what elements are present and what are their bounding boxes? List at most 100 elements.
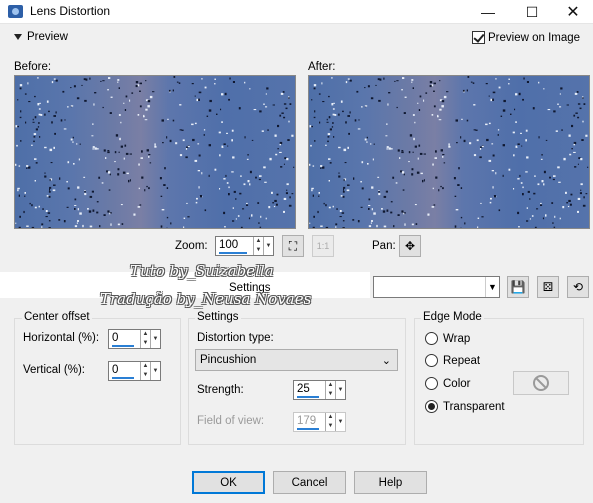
after-label: After: xyxy=(308,61,336,73)
horizontal-spin-arrows[interactable]: ▲ ▼ xyxy=(140,330,150,348)
minimize-button[interactable]: — xyxy=(468,0,508,24)
vertical-dropdown-icon[interactable]: ▼ xyxy=(150,362,160,380)
edge-mode-color-radio[interactable]: Color xyxy=(425,377,470,390)
preview-toggle[interactable]: Preview xyxy=(14,31,68,43)
texture-speck xyxy=(232,81,235,83)
texture-speck xyxy=(59,177,61,180)
texture-speck xyxy=(53,115,56,117)
horizontal-spinner[interactable]: 0 ▲ ▼ ▼ xyxy=(108,329,161,349)
texture-speck xyxy=(67,161,70,164)
edge-mode-transparent-radio[interactable]: Transparent xyxy=(425,400,505,413)
texture-speck xyxy=(364,138,367,141)
texture-speck xyxy=(53,184,56,186)
texture-speck xyxy=(67,187,70,190)
texture-speck xyxy=(463,139,466,143)
after-preview-image[interactable] xyxy=(308,75,590,229)
strength-value[interactable]: 25 xyxy=(294,381,325,399)
horizontal-value[interactable]: 0 xyxy=(109,330,140,348)
help-button[interactable]: Help xyxy=(354,471,427,494)
save-preset-button[interactable]: 💾 xyxy=(507,276,529,298)
texture-speck xyxy=(343,178,345,182)
chevron-down-icon[interactable]: ▼ xyxy=(485,277,499,297)
texture-speck xyxy=(344,162,347,164)
texture-speck xyxy=(438,119,442,121)
distortion-type-select[interactable]: Pincushion ⌄ xyxy=(195,349,398,371)
presets-combo[interactable]: ▼ xyxy=(373,276,500,298)
texture-speck xyxy=(481,145,484,148)
vertical-spinner[interactable]: 0 ▲ ▼ ▼ xyxy=(108,361,161,381)
spin-down-icon[interactable]: ▼ xyxy=(254,246,263,255)
zoom-spin-arrows[interactable]: ▲ ▼ xyxy=(253,237,263,255)
texture-speck xyxy=(587,166,589,168)
texture-speck xyxy=(32,121,35,123)
texture-speck xyxy=(335,226,337,228)
spin-up-icon[interactable]: ▲ xyxy=(254,237,263,246)
texture-speck xyxy=(477,226,479,228)
texture-speck xyxy=(288,97,290,99)
maximize-button[interactable]: ☐ xyxy=(512,0,552,24)
texture-speck xyxy=(476,139,479,142)
texture-speck xyxy=(442,187,444,190)
texture-speck xyxy=(79,143,81,145)
texture-speck xyxy=(490,98,493,102)
texture-speck xyxy=(203,134,205,136)
texture-speck xyxy=(565,191,567,194)
before-preview-image[interactable] xyxy=(14,75,296,229)
texture-speck xyxy=(371,208,373,211)
spin-down-icon[interactable]: ▼ xyxy=(326,390,335,399)
randomize-button[interactable]: ⚄ xyxy=(537,276,559,298)
texture-speck xyxy=(497,134,499,136)
spin-up-icon[interactable]: ▲ xyxy=(141,330,150,339)
zoom-dropdown-icon[interactable]: ▼ xyxy=(263,237,273,255)
spin-down-icon[interactable]: ▼ xyxy=(141,339,150,348)
vertical-value[interactable]: 0 xyxy=(109,362,140,380)
texture-speck xyxy=(214,168,217,171)
edge-mode-wrap-radio[interactable]: Wrap xyxy=(425,332,470,345)
strength-spin-arrows[interactable]: ▲ ▼ xyxy=(325,381,335,399)
texture-speck xyxy=(378,99,381,102)
texture-speck xyxy=(491,143,494,145)
texture-speck xyxy=(411,81,413,83)
texture-speck xyxy=(395,182,398,184)
texture-speck xyxy=(233,190,236,193)
texture-speck xyxy=(347,184,350,186)
preview-on-image-checkbox[interactable]: Preview on Image xyxy=(472,31,580,44)
texture-speck xyxy=(102,80,105,82)
spin-up-icon[interactable]: ▲ xyxy=(141,362,150,371)
zoom-value[interactable]: 100 xyxy=(216,237,253,255)
texture-speck xyxy=(204,86,207,89)
texture-speck xyxy=(70,138,73,141)
texture-speck xyxy=(77,220,79,222)
cancel-button[interactable]: Cancel xyxy=(273,471,346,494)
texture-speck xyxy=(70,87,72,89)
zoom-spinner[interactable]: 100 ▲ ▼ ▼ xyxy=(215,236,274,256)
strength-spinner[interactable]: 25 ▲ ▼ ▼ xyxy=(293,380,346,400)
close-button[interactable]: ✕ xyxy=(553,0,593,24)
texture-speck xyxy=(329,162,332,164)
texture-speck xyxy=(401,210,404,213)
texture-speck xyxy=(26,165,29,167)
texture-speck xyxy=(563,157,566,161)
texture-speck xyxy=(44,172,46,174)
spin-up-icon[interactable]: ▲ xyxy=(326,381,335,390)
texture-speck xyxy=(179,154,183,157)
texture-speck xyxy=(443,162,446,164)
texture-speck xyxy=(522,98,524,101)
texture-speck xyxy=(166,187,169,189)
texture-speck xyxy=(392,176,395,179)
texture-speck xyxy=(73,85,76,88)
texture-speck xyxy=(289,196,291,199)
horizontal-dropdown-icon[interactable]: ▼ xyxy=(150,330,160,348)
texture-speck xyxy=(320,165,323,167)
pan-button[interactable]: ✥ xyxy=(399,235,421,257)
spin-down-icon[interactable]: ▼ xyxy=(141,371,150,380)
reset-button[interactable]: ⟲ xyxy=(567,276,589,298)
strength-dropdown-icon[interactable]: ▼ xyxy=(335,381,345,399)
edge-mode-repeat-radio[interactable]: Repeat xyxy=(425,354,480,367)
texture-speck xyxy=(265,106,268,108)
ok-button[interactable]: OK xyxy=(192,471,265,494)
vertical-spin-arrows[interactable]: ▲ ▼ xyxy=(140,362,150,380)
zoom-fit-button[interactable]: ⛶ xyxy=(282,235,304,257)
texture-speck xyxy=(390,201,393,203)
texture-speck xyxy=(439,108,442,111)
